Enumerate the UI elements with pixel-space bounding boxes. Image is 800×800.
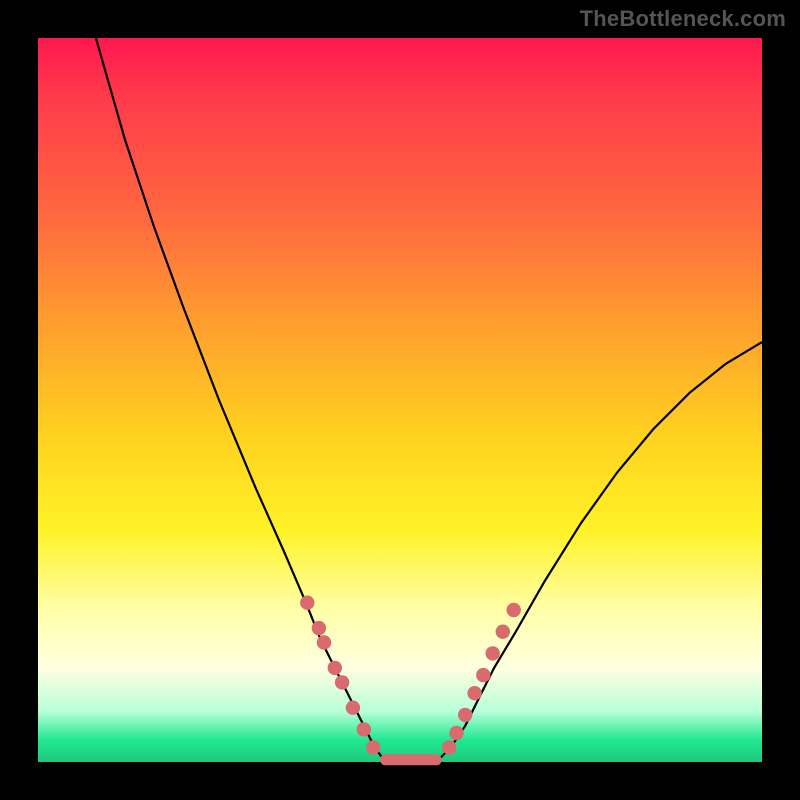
plot-area: [38, 38, 762, 762]
marker-dot: [335, 675, 349, 689]
marker-dot: [300, 596, 314, 610]
marker-dot: [328, 661, 342, 675]
marker-dot: [346, 701, 360, 715]
right-marker-cluster: [442, 603, 521, 755]
marker-dot: [366, 740, 380, 754]
marker-dot: [496, 625, 510, 639]
marker-dot: [476, 668, 490, 682]
marker-dot: [449, 726, 463, 740]
marker-dot: [357, 722, 371, 736]
marker-dot: [486, 646, 500, 660]
curve-svg: [38, 38, 762, 762]
chart-container: TheBottleneck.com: [0, 0, 800, 800]
marker-dot: [442, 740, 456, 754]
marker-dot: [317, 635, 331, 649]
watermark-text: TheBottleneck.com: [580, 6, 786, 32]
marker-dot: [467, 686, 481, 700]
bottleneck-curve: [96, 38, 762, 762]
marker-dot: [507, 603, 521, 617]
marker-dot: [458, 708, 472, 722]
marker-dot: [312, 621, 326, 635]
